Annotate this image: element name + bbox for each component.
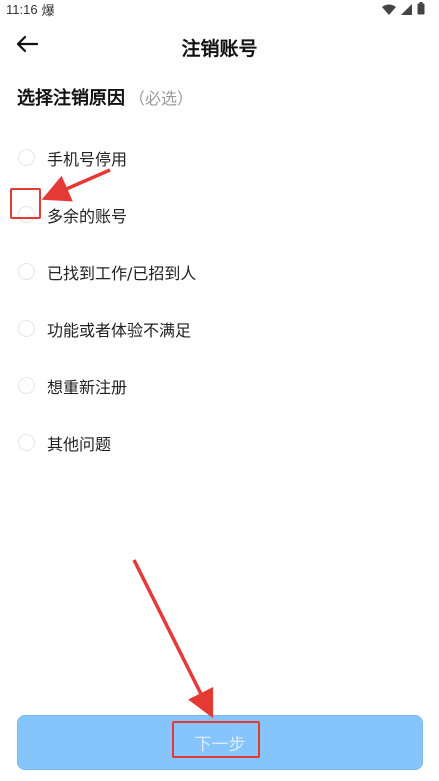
header: 注销账号: [0, 26, 439, 66]
radio-button[interactable]: [18, 149, 35, 166]
annotation-highlight-box: [10, 188, 41, 219]
wifi-icon: [382, 0, 396, 19]
radio-button[interactable]: [18, 377, 35, 394]
signal-icon: [401, 0, 412, 19]
annotation-highlight-box: [172, 721, 260, 758]
reason-label: 功能或者体验不满足: [47, 320, 192, 340]
annotation-arrow: [132, 559, 214, 719]
reason-option[interactable]: 其他问题: [0, 414, 439, 471]
status-time: 11:16: [6, 1, 38, 17]
reason-option[interactable]: 功能或者体验不满足: [0, 300, 439, 357]
page-title: 注销账号: [181, 38, 258, 60]
status-icons: [382, 0, 425, 19]
reason-option[interactable]: 手机号停用: [0, 129, 439, 186]
reason-label: 手机号停用: [47, 149, 128, 169]
radio-button[interactable]: [18, 434, 35, 451]
radio-button[interactable]: [18, 320, 35, 337]
section-title-text: 选择注销原因: [17, 88, 125, 109]
reason-label: 其他问题: [47, 434, 112, 454]
reason-label: 想重新注册: [47, 377, 128, 397]
reason-option[interactable]: 已找到工作/已招到人: [0, 243, 439, 300]
reason-list: 手机号停用 多余的账号 已找到工作/已招到人 功能或者体验不满足 想重新注册 其…: [0, 129, 439, 471]
reason-option[interactable]: 多余的账号: [0, 186, 439, 243]
notification-glyph: 爆: [41, 3, 55, 19]
status-bar: 11:16 爆: [0, 0, 439, 19]
status-left: 11:16 爆: [6, 0, 55, 19]
reason-label: 多余的账号: [47, 206, 128, 226]
reason-option[interactable]: 想重新注册: [0, 357, 439, 414]
reason-label: 已找到工作/已招到人: [47, 263, 197, 283]
required-hint: （必选）: [129, 89, 194, 108]
radio-button[interactable]: [18, 263, 35, 280]
battery-icon: [417, 0, 425, 19]
section-title: 选择注销原因 （必选）: [17, 84, 193, 110]
screen: 11:16 爆 注销账号 选择注销原因 （必选） 手机号停用 多余的账号 已找到…: [0, 0, 439, 781]
